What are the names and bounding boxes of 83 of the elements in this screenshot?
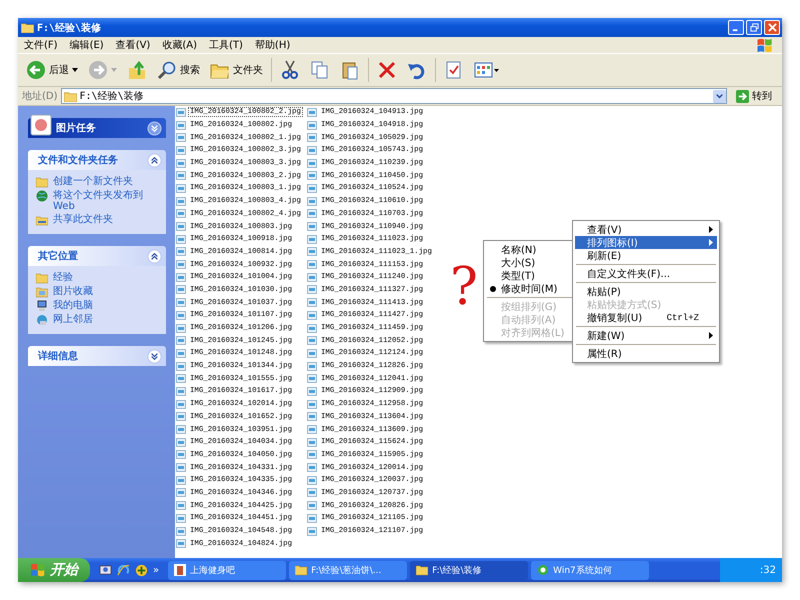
back-button[interactable]: 后退 [22, 58, 82, 82]
folder-icon [295, 564, 308, 576]
taskbar-button[interactable]: Win7系统如何 [531, 560, 650, 580]
task-panel-header[interactable]: 详细信息 [28, 346, 166, 366]
web-page-icon [174, 564, 186, 576]
menu-item[interactable]: 帮助(H) [254, 38, 290, 52]
task-link[interactable]: 图片收藏 [36, 286, 158, 298]
shared-folder-icon [36, 214, 48, 226]
menu-item[interactable]: 大小(S) [486, 256, 576, 269]
taskbar-button[interactable]: 上海健身吧 [168, 560, 286, 580]
chevron-icon[interactable] [147, 348, 162, 364]
search-button[interactable]: 搜索 [153, 58, 204, 82]
folder-icon [36, 272, 48, 284]
close-button[interactable] [764, 20, 780, 35]
globe-icon [36, 190, 48, 202]
menu-item[interactable]: 收藏(A) [162, 38, 197, 52]
menu-item[interactable]: 工具(T) [209, 38, 243, 52]
desktop-icon[interactable] [99, 564, 112, 576]
search-icon [157, 60, 177, 80]
task-link[interactable]: 我的电脑 [36, 300, 158, 312]
address-field[interactable]: F:\经验\装修 [60, 88, 727, 104]
menu-item[interactable]: 查看(V) [116, 38, 150, 52]
taskbar-button[interactable]: F:\经验\葱油饼\... [289, 560, 408, 580]
menu-item[interactable]: 修改时间(M) [486, 282, 576, 295]
delete-icon [377, 60, 397, 80]
minimize-button[interactable] [728, 20, 744, 35]
question-mark: ? [450, 261, 478, 313]
folders-button[interactable]: 文件夹 [206, 58, 267, 82]
bullet-icon [490, 286, 496, 292]
chevron-icon[interactable] [147, 152, 162, 168]
chevron-icon[interactable] [147, 120, 162, 136]
folder-icon [36, 176, 48, 188]
menu-item[interactable]: 新建(W) [575, 329, 717, 342]
right-arrow-icon [736, 90, 749, 102]
menu-item[interactable]: 排列图标(I) [575, 236, 717, 249]
caret-icon [111, 68, 117, 72]
caret-icon [72, 68, 78, 72]
menu-item[interactable]: 撤销复制(U) Ctrl+Z [575, 311, 717, 324]
computer-icon [36, 300, 48, 312]
address-label: 地址(D) [22, 90, 58, 103]
clock: :32 [760, 564, 776, 576]
menu-item[interactable]: 名称(N) [486, 243, 576, 256]
paste-icon [340, 60, 360, 80]
taskbar-button[interactable]: F:\经验\装修 [410, 560, 528, 580]
task-link[interactable]: 经验 [36, 272, 158, 284]
menu-item[interactable]: 自定义文件夹(F)... [575, 267, 717, 280]
go-button[interactable]: 转到 [730, 89, 778, 103]
task-link[interactable]: 网上邻居 [36, 314, 158, 326]
views-icon [474, 60, 500, 80]
browser-icon [537, 564, 550, 576]
menu-item[interactable]: 编辑(E) [70, 38, 104, 52]
menu-item[interactable]: 属性(R) [575, 347, 717, 360]
task-link[interactable]: 共享此文件夹 [36, 214, 158, 226]
task-link[interactable]: 创建一个新文件夹 [36, 176, 158, 188]
plus-icon[interactable] [135, 564, 148, 576]
menu-item[interactable]: 刷新(E) [575, 249, 717, 262]
copy-icon [310, 60, 330, 80]
scissors-icon [280, 60, 300, 80]
menu-item[interactable]: 类型(T) [486, 269, 576, 282]
menu-item[interactable]: 文件(F) [24, 38, 58, 52]
more-button[interactable]: » [153, 564, 160, 576]
browser-icon[interactable] [117, 564, 130, 576]
folder-icon [21, 22, 34, 33]
submenu-arrow-icon [709, 332, 713, 339]
close-icon [768, 23, 776, 32]
task-link[interactable]: 将这个文件夹发布到 Web [36, 190, 158, 212]
folder-up-icon [127, 60, 147, 80]
network-icon [36, 314, 48, 326]
dropdown-icon[interactable] [713, 90, 726, 102]
menu-item[interactable]: 查看(V) [575, 223, 717, 236]
window-title: F:\经验\装修 [37, 22, 102, 34]
task-panel-header[interactable]: 文件和文件夹任务 [28, 150, 166, 170]
task-panel-header[interactable]: 其它位置 [28, 246, 166, 266]
menu-item[interactable]: 粘贴(P) [575, 285, 717, 298]
photo-icon [30, 114, 52, 136]
chevron-icon[interactable] [147, 248, 162, 264]
pictures-folder-icon [36, 286, 48, 298]
windows-logo-icon [756, 38, 774, 52]
restore-icon [750, 23, 758, 32]
windows-logo-icon [30, 563, 46, 577]
folder-icon [64, 90, 77, 102]
restore-button[interactable] [746, 20, 762, 35]
folder-icon [416, 564, 428, 576]
